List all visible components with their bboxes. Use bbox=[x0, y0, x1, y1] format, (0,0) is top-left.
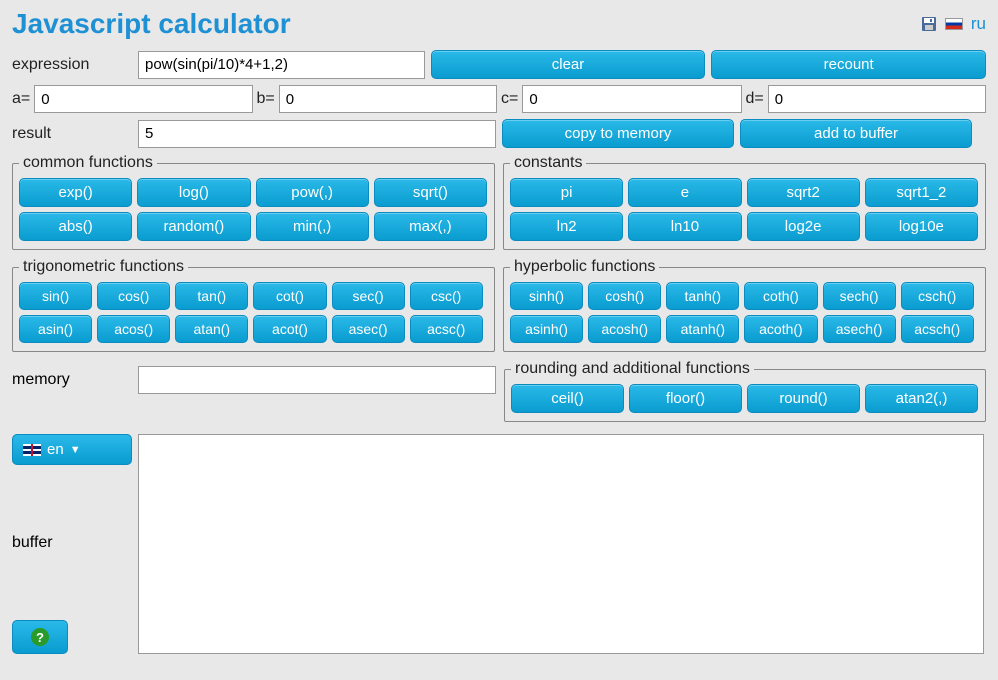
fn-button-sqrt[interactable]: sqrt() bbox=[374, 178, 487, 207]
rounding-group: rounding and additional functions ceil()… bbox=[504, 360, 986, 422]
var-b-input[interactable] bbox=[279, 85, 497, 113]
rounding-legend: rounding and additional functions bbox=[511, 360, 754, 378]
help-icon: ? bbox=[31, 628, 49, 646]
hyper-button-sinh[interactable]: sinh() bbox=[510, 282, 583, 310]
var-b-label: b= bbox=[257, 90, 275, 108]
flag-ru-icon bbox=[945, 18, 963, 30]
hyper-legend: hyperbolic functions bbox=[510, 258, 659, 276]
fn-button-random[interactable]: random() bbox=[137, 212, 250, 241]
trig-button-acot[interactable]: acot() bbox=[253, 315, 326, 343]
common-legend: common functions bbox=[19, 154, 157, 172]
const-button-sqrt1_2[interactable]: sqrt1_2 bbox=[865, 178, 978, 207]
var-a-input[interactable] bbox=[34, 85, 252, 113]
fn-button-min[interactable]: min(,) bbox=[256, 212, 369, 241]
constants-legend: constants bbox=[510, 154, 586, 172]
hyper-button-tanh[interactable]: tanh() bbox=[666, 282, 739, 310]
var-c-label: c= bbox=[501, 90, 518, 108]
flag-en-icon bbox=[23, 444, 41, 456]
page-title: Javascript calculator bbox=[12, 8, 291, 40]
save-icon[interactable] bbox=[921, 16, 937, 32]
fn-button-exp[interactable]: exp() bbox=[19, 178, 132, 207]
trig-legend: trigonometric functions bbox=[19, 258, 188, 276]
trig-button-sec[interactable]: sec() bbox=[332, 282, 405, 310]
lang-select-label: en bbox=[47, 441, 64, 458]
round-button-ceil[interactable]: ceil() bbox=[511, 384, 624, 413]
add-buffer-button[interactable]: add to buffer bbox=[740, 119, 972, 148]
copy-memory-button[interactable]: copy to memory bbox=[502, 119, 734, 148]
fn-button-pow[interactable]: pow(,) bbox=[256, 178, 369, 207]
memory-label: memory bbox=[12, 371, 132, 389]
fn-button-log[interactable]: log() bbox=[137, 178, 250, 207]
hyper-button-csch[interactable]: csch() bbox=[901, 282, 974, 310]
trig-button-atan[interactable]: atan() bbox=[175, 315, 248, 343]
trig-button-acos[interactable]: acos() bbox=[97, 315, 170, 343]
const-button-e[interactable]: e bbox=[628, 178, 741, 207]
hyper-button-coth[interactable]: coth() bbox=[744, 282, 817, 310]
hyper-button-asinh[interactable]: asinh() bbox=[510, 315, 583, 343]
round-button-floor[interactable]: floor() bbox=[629, 384, 742, 413]
trig-button-cot[interactable]: cot() bbox=[253, 282, 326, 310]
const-button-sqrt2[interactable]: sqrt2 bbox=[747, 178, 860, 207]
result-label: result bbox=[12, 125, 132, 143]
round-button-atan2[interactable]: atan2(,) bbox=[865, 384, 978, 413]
trig-button-tan[interactable]: tan() bbox=[175, 282, 248, 310]
trig-button-acsc[interactable]: acsc() bbox=[410, 315, 483, 343]
hyper-button-acosh[interactable]: acosh() bbox=[588, 315, 661, 343]
var-d-input[interactable] bbox=[768, 85, 986, 113]
trig-functions-group: trigonometric functions sin()cos()tan()c… bbox=[12, 258, 495, 352]
hyper-button-cosh[interactable]: cosh() bbox=[588, 282, 661, 310]
chevron-down-icon: ▼ bbox=[70, 444, 81, 456]
language-select[interactable]: en ▼ bbox=[12, 434, 132, 465]
hyper-functions-group: hyperbolic functions sinh()cosh()tanh()c… bbox=[503, 258, 986, 352]
hyper-button-asech[interactable]: asech() bbox=[823, 315, 896, 343]
var-a-label: a= bbox=[12, 90, 30, 108]
common-functions-group: common functions exp()log()pow(,)sqrt() a… bbox=[12, 154, 495, 250]
memory-input[interactable] bbox=[138, 366, 496, 394]
lang-ru-link[interactable]: ru bbox=[971, 14, 986, 34]
const-button-ln2[interactable]: ln2 bbox=[510, 212, 623, 241]
round-button-round[interactable]: round() bbox=[747, 384, 860, 413]
hyper-button-acoth[interactable]: acoth() bbox=[744, 315, 817, 343]
buffer-label: buffer bbox=[12, 534, 132, 552]
hyper-button-atanh[interactable]: atanh() bbox=[666, 315, 739, 343]
fn-button-max[interactable]: max(,) bbox=[374, 212, 487, 241]
trig-button-sin[interactable]: sin() bbox=[19, 282, 92, 310]
fn-button-abs[interactable]: abs() bbox=[19, 212, 132, 241]
help-button[interactable]: ? bbox=[12, 620, 68, 654]
expression-input[interactable] bbox=[138, 51, 425, 79]
result-input[interactable] bbox=[138, 120, 496, 148]
const-button-pi[interactable]: pi bbox=[510, 178, 623, 207]
trig-button-asin[interactable]: asin() bbox=[19, 315, 92, 343]
trig-button-asec[interactable]: asec() bbox=[332, 315, 405, 343]
constants-group: constants piesqrt2sqrt1_2 ln2ln10log2elog… bbox=[503, 154, 986, 250]
const-button-log2e[interactable]: log2e bbox=[747, 212, 860, 241]
clear-button[interactable]: clear bbox=[431, 50, 706, 79]
expression-label: expression bbox=[12, 56, 132, 74]
hyper-button-sech[interactable]: sech() bbox=[823, 282, 896, 310]
recount-button[interactable]: recount bbox=[711, 50, 986, 79]
var-c-input[interactable] bbox=[522, 85, 741, 113]
var-d-label: d= bbox=[746, 90, 764, 108]
trig-button-csc[interactable]: csc() bbox=[410, 282, 483, 310]
hyper-button-acsch[interactable]: acsch() bbox=[901, 315, 974, 343]
const-button-ln10[interactable]: ln10 bbox=[628, 212, 741, 241]
trig-button-cos[interactable]: cos() bbox=[97, 282, 170, 310]
const-button-log10e[interactable]: log10e bbox=[865, 212, 978, 241]
buffer-textarea[interactable] bbox=[138, 434, 984, 654]
